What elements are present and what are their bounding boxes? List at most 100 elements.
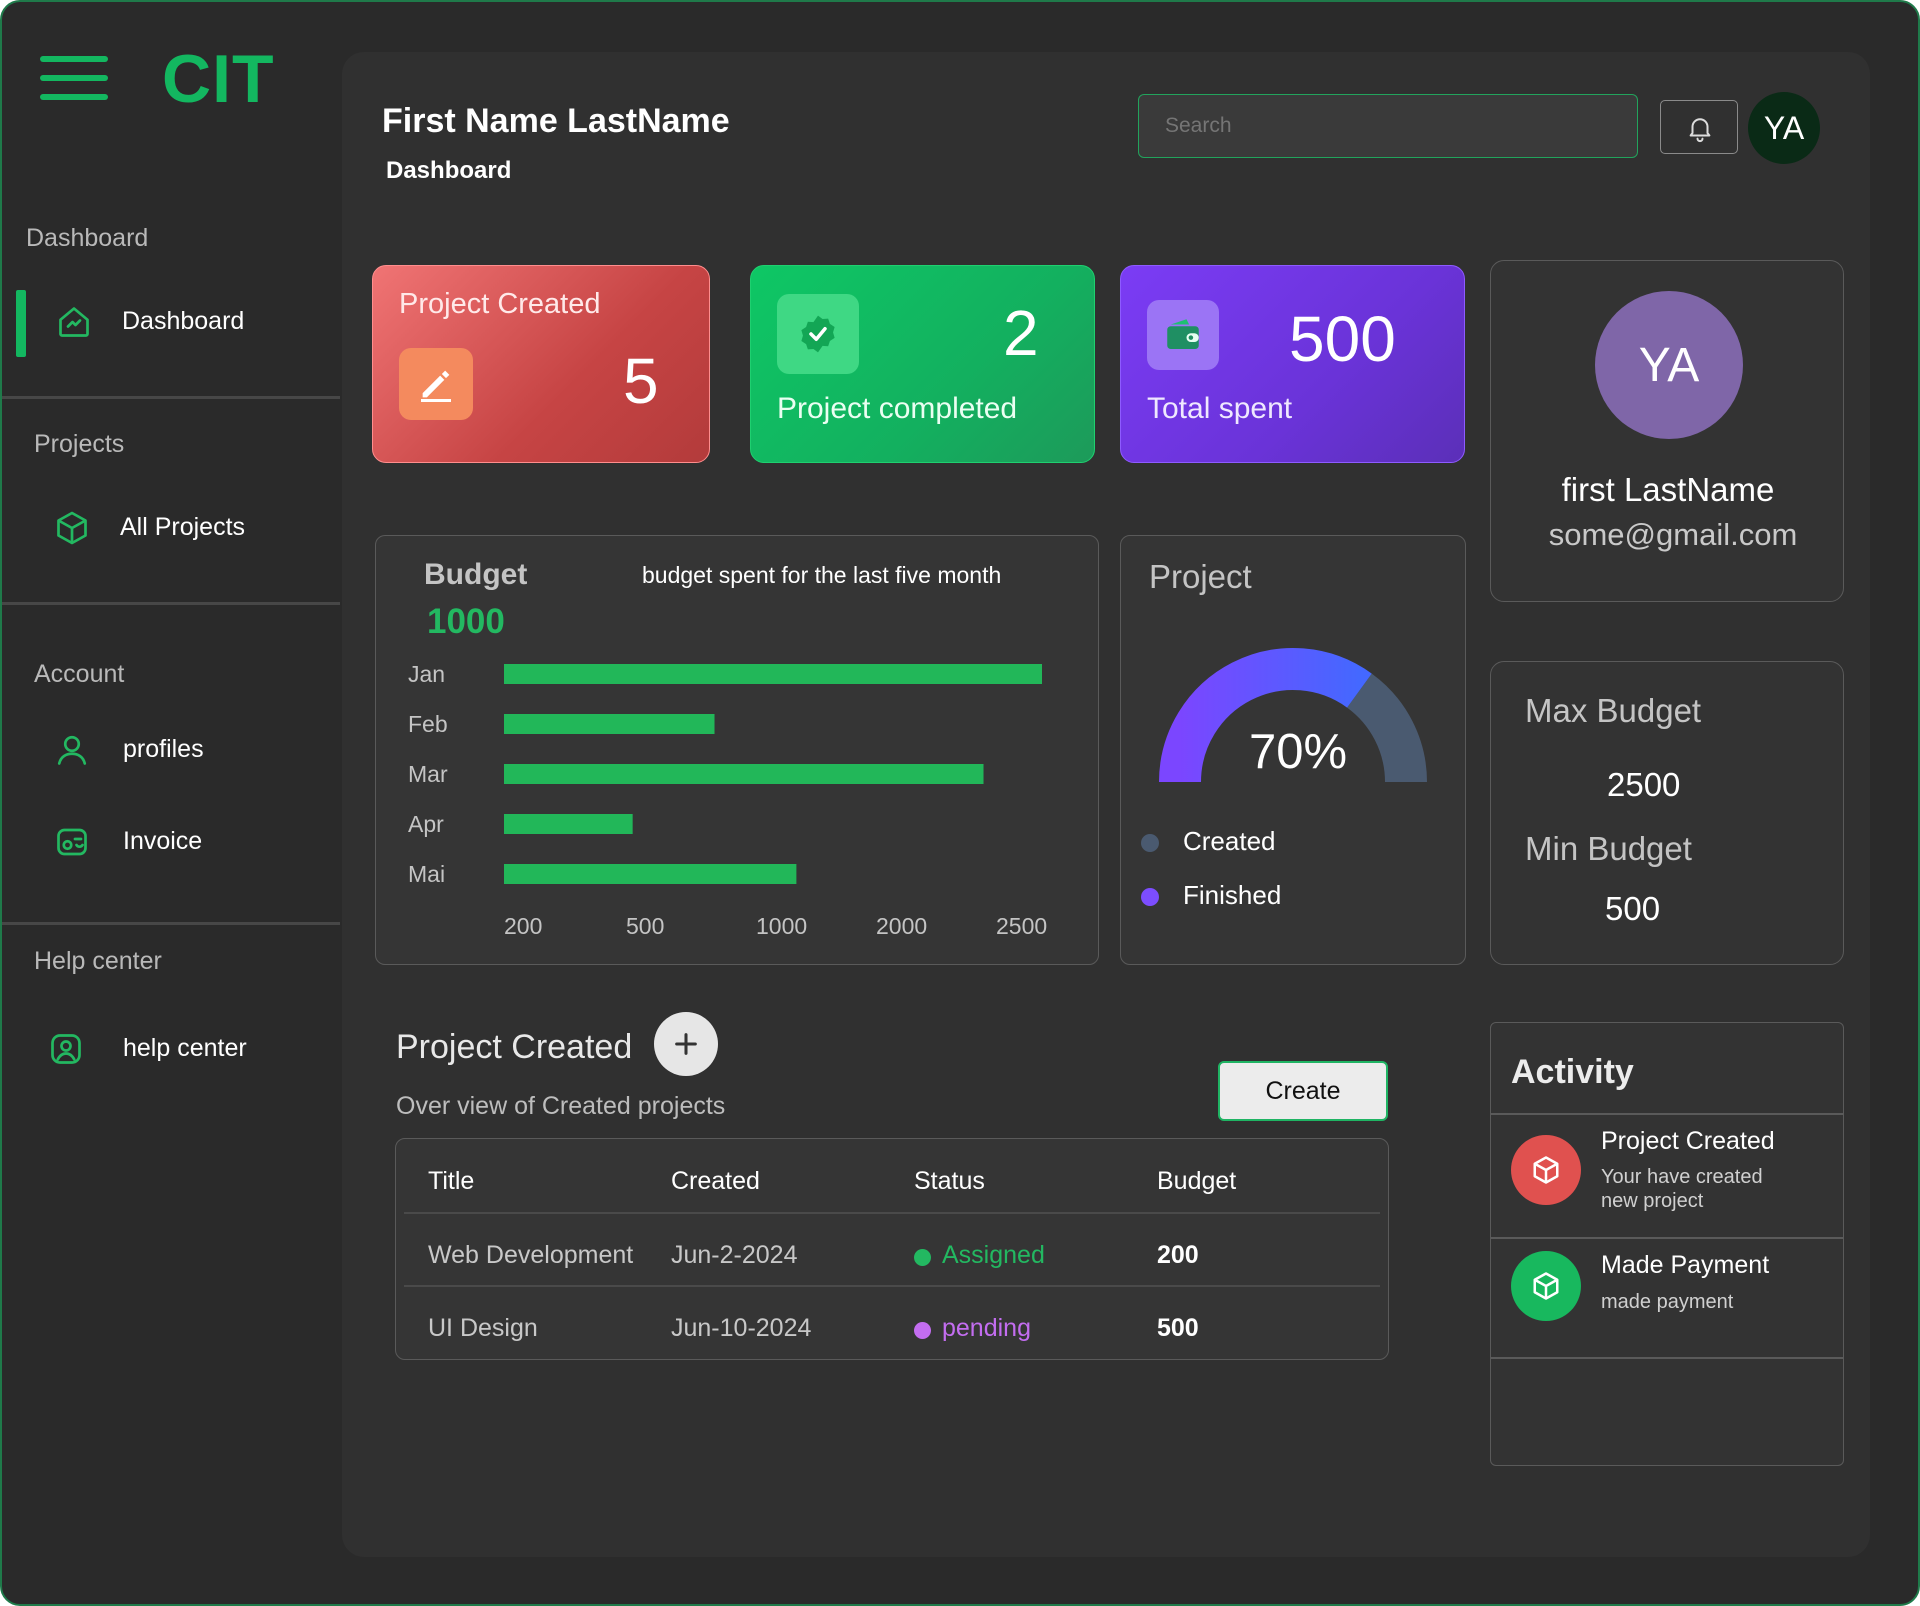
bar-category-label: Mar xyxy=(408,761,448,787)
row-divider xyxy=(404,1285,1380,1287)
activity-item-desc: Your have created new project xyxy=(1601,1166,1763,1212)
stat-card-projects-completed: 2 Project completed xyxy=(750,265,1095,463)
sidebar-item-all-projects[interactable]: All Projects xyxy=(2,496,342,560)
status-badge: Assigned xyxy=(942,1241,1045,1269)
x-tick-label: 200 xyxy=(504,913,542,939)
bar-category-label: Apr xyxy=(408,811,444,837)
edit-icon xyxy=(399,348,473,420)
x-tick-label: 1000 xyxy=(756,913,807,939)
section-title-dashboard: Dashboard xyxy=(26,224,149,252)
user-icon xyxy=(57,735,87,765)
sidebar: CIT Dashboard Dashboard Projects All Pro… xyxy=(2,2,342,1604)
profile-initials: YA xyxy=(1638,338,1700,392)
cell-title: UI Design xyxy=(428,1314,538,1342)
divider xyxy=(2,922,340,925)
gauge-center-label: 70% xyxy=(1248,725,1348,779)
projects-section-subtitle: Over view of Created projects xyxy=(396,1092,726,1120)
activity-item[interactable]: Project Created Your have created new pr… xyxy=(1491,1115,1843,1237)
activity-panel: Activity Project Created Your have creat… xyxy=(1490,1022,1844,1466)
bar[interactable] xyxy=(504,814,633,834)
activity-item-title: Made Payment xyxy=(1601,1251,1770,1279)
stat-card-projects-created: Project Created 5 xyxy=(372,265,710,463)
sidebar-item-label: Dashboard xyxy=(122,307,245,335)
budget-chart-panel: Budget 1000 budget spent for the last fi… xyxy=(375,535,1099,965)
bar-category-label: Jan xyxy=(408,661,445,687)
stat-value: 2 xyxy=(1003,297,1039,369)
cube-icon xyxy=(1533,1272,1559,1300)
cube-icon xyxy=(57,511,87,545)
stat-label: Project completed xyxy=(777,392,1018,425)
section-title-account: Account xyxy=(34,660,125,688)
breadcrumb: Dashboard xyxy=(386,157,512,184)
sidebar-item-dashboard[interactable]: Dashboard xyxy=(2,290,342,357)
legend-label: Finished xyxy=(1183,880,1282,910)
sidebar-item-label: profiles xyxy=(123,735,204,763)
bar-category-label: Feb xyxy=(408,711,448,737)
status-dot xyxy=(914,1249,931,1266)
avatar[interactable]: YA xyxy=(1748,92,1820,164)
notifications-button[interactable] xyxy=(1660,100,1738,154)
cell-budget: 200 xyxy=(1157,1241,1199,1269)
cell-title: Web Development xyxy=(428,1241,634,1269)
divider xyxy=(2,602,340,605)
table-row[interactable]: UI Design Jun-10-2024 pending 500 xyxy=(396,1314,1388,1354)
min-budget-label: Min Budget xyxy=(1525,830,1692,867)
avatar-initials: YA xyxy=(1763,109,1805,146)
profile-avatar: YA xyxy=(1595,291,1743,439)
activity-item-desc: made payment xyxy=(1601,1291,1734,1313)
activity-icon-badge xyxy=(1511,1251,1581,1321)
profile-email: some@gmail.com xyxy=(1548,517,1798,552)
column-header-budget: Budget xyxy=(1157,1167,1237,1195)
bar[interactable] xyxy=(504,864,797,884)
search-input[interactable] xyxy=(1138,94,1638,158)
bar[interactable] xyxy=(504,664,1042,684)
create-button[interactable]: Create xyxy=(1218,1061,1388,1121)
wallet-icon xyxy=(1147,300,1219,370)
sidebar-item-profiles[interactable]: profiles xyxy=(2,718,342,782)
invoice-icon xyxy=(57,828,87,856)
profile-name: first LastName xyxy=(1561,471,1775,508)
stat-label: Total spent xyxy=(1147,392,1293,425)
main-content: First Name LastName Dashboard YA Project… xyxy=(342,52,1870,1557)
column-header-title: Title xyxy=(428,1167,475,1195)
stat-label: Project Created xyxy=(399,288,601,320)
app-window: CIT Dashboard Dashboard Projects All Pro… xyxy=(0,0,1920,1606)
table-header: Title Created Status Budget xyxy=(396,1167,1388,1207)
cell-budget: 500 xyxy=(1157,1314,1199,1342)
add-project-button[interactable] xyxy=(654,1012,718,1076)
profile-card: YA first LastName some@gmail.com xyxy=(1490,260,1844,602)
stat-value: 5 xyxy=(623,345,659,417)
divider xyxy=(2,396,340,399)
max-budget-label: Max Budget xyxy=(1525,692,1702,729)
cell-created: Jun-2-2024 xyxy=(671,1241,798,1269)
stat-card-total-spent: 500 Total spent xyxy=(1120,265,1465,463)
menu-icon[interactable] xyxy=(40,56,108,100)
bar[interactable] xyxy=(504,714,715,734)
column-header-status: Status xyxy=(914,1167,985,1195)
sidebar-item-label: Invoice xyxy=(123,827,203,855)
section-title-projects: Projects xyxy=(34,430,125,458)
x-tick-label: 2000 xyxy=(876,913,927,939)
legend-swatch xyxy=(1141,834,1159,852)
projects-table: Title Created Status Budget Web Developm… xyxy=(395,1138,1389,1360)
project-gauge-panel: Project 70% Created Finished xyxy=(1120,535,1466,965)
x-tick-label: 500 xyxy=(626,913,664,939)
sidebar-item-label: help center xyxy=(123,1034,247,1062)
bar[interactable] xyxy=(504,764,984,784)
sidebar-item-help-center[interactable]: help center xyxy=(2,1017,342,1081)
sidebar-item-invoice[interactable]: Invoice xyxy=(2,810,342,874)
column-header-created: Created xyxy=(671,1167,760,1195)
budget-bar-chart: Jan Feb Mar Apr Mai 200 500 1000 2000 2500 xyxy=(408,661,1047,939)
legend-swatch xyxy=(1141,888,1159,906)
divider xyxy=(1491,1357,1843,1359)
table-row[interactable]: Web Development Jun-2-2024 Assigned 200 xyxy=(396,1241,1388,1281)
cube-icon xyxy=(1533,1156,1559,1184)
legend-label: Created xyxy=(1183,826,1276,856)
x-tick-label: 2500 xyxy=(996,913,1047,939)
activity-item[interactable]: Made Payment made payment xyxy=(1491,1239,1843,1359)
home-chart-icon xyxy=(59,307,89,337)
bell-icon xyxy=(1689,118,1711,143)
row-divider xyxy=(404,1212,1380,1214)
activity-title: Activity xyxy=(1511,1053,1634,1091)
budget-limits-panel: Max Budget 2500 Min Budget 500 xyxy=(1490,661,1844,965)
